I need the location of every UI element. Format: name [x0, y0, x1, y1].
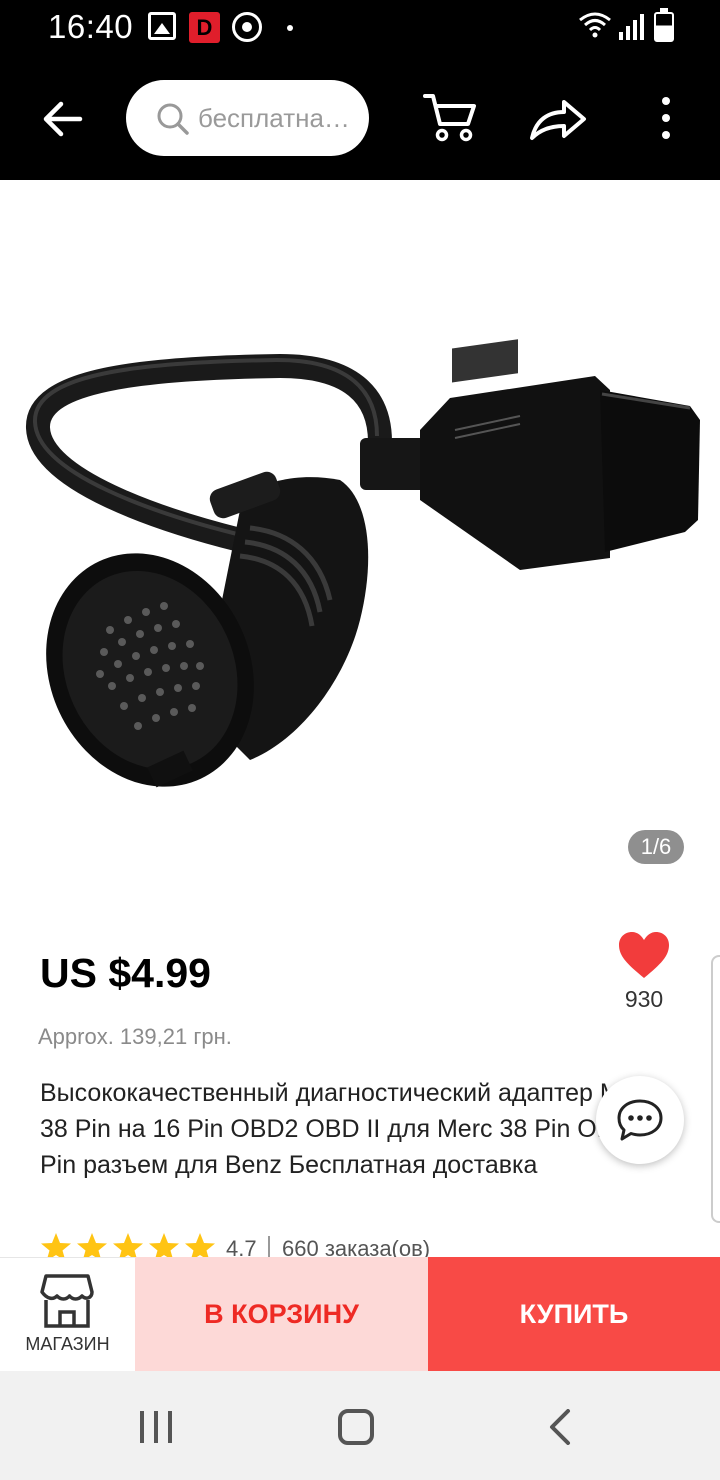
wishlist-button[interactable]: 930 [614, 930, 674, 1013]
share-icon[interactable] [528, 94, 588, 144]
search-input[interactable]: бесплатна… [126, 80, 369, 156]
wishlist-count: 930 [624, 986, 664, 1012]
top-nav: бесплатна… [0, 58, 720, 180]
search-icon [157, 103, 189, 135]
add-to-cart-button[interactable]: В КОРЗИНУ [135, 1257, 428, 1371]
scroll-indicator[interactable] [711, 955, 720, 1223]
action-bar: МАГАЗИН В КОРЗИНУ КУПИТЬ [0, 1257, 720, 1371]
star-icon [149, 1233, 179, 1260]
status-time: 16:40 [48, 8, 134, 45]
star-icon [185, 1233, 215, 1260]
store-icon [40, 1274, 94, 1328]
home-icon[interactable] [338, 1409, 374, 1445]
gallery-icon [148, 12, 176, 40]
back-arrow-icon[interactable] [40, 96, 86, 142]
notification-dot-icon [287, 25, 293, 31]
chat-button[interactable] [596, 1076, 684, 1164]
star-icon [113, 1233, 143, 1260]
image-counter: 1/6 [628, 830, 684, 864]
android-nav-bar [0, 1371, 720, 1480]
battery-icon [654, 8, 674, 42]
back-icon[interactable] [546, 1409, 572, 1445]
rating-row: 4.7 660 заказа(ов) [40, 1232, 640, 1260]
cart-icon[interactable] [422, 90, 478, 144]
heart-icon [619, 932, 669, 978]
more-vertical-icon[interactable] [656, 96, 676, 140]
wifi-icon [579, 12, 611, 38]
product-image[interactable]: 1/6 [0, 180, 720, 910]
star-icon [41, 1233, 71, 1260]
sync-icon [232, 12, 262, 42]
product-title: Высококачественный диагностический адапт… [40, 1079, 667, 1179]
search-placeholder: бесплатна… [198, 103, 350, 133]
chat-icon [617, 1099, 663, 1141]
signal-icon [619, 14, 644, 40]
obd-cable-image [26, 339, 700, 788]
status-bar: 16:40 D [0, 0, 720, 58]
product-price: US $4.99 [40, 950, 211, 996]
d-app-icon: D [189, 12, 220, 43]
buy-now-button[interactable]: КУПИТЬ [428, 1257, 720, 1371]
recents-icon[interactable] [138, 1411, 174, 1443]
store-button[interactable]: МАГАЗИН [0, 1257, 135, 1371]
approx-price: Approx. 139,21 грн. [38, 1024, 232, 1049]
star-icon [77, 1233, 107, 1260]
store-label: МАГАЗИН [25, 1334, 110, 1354]
